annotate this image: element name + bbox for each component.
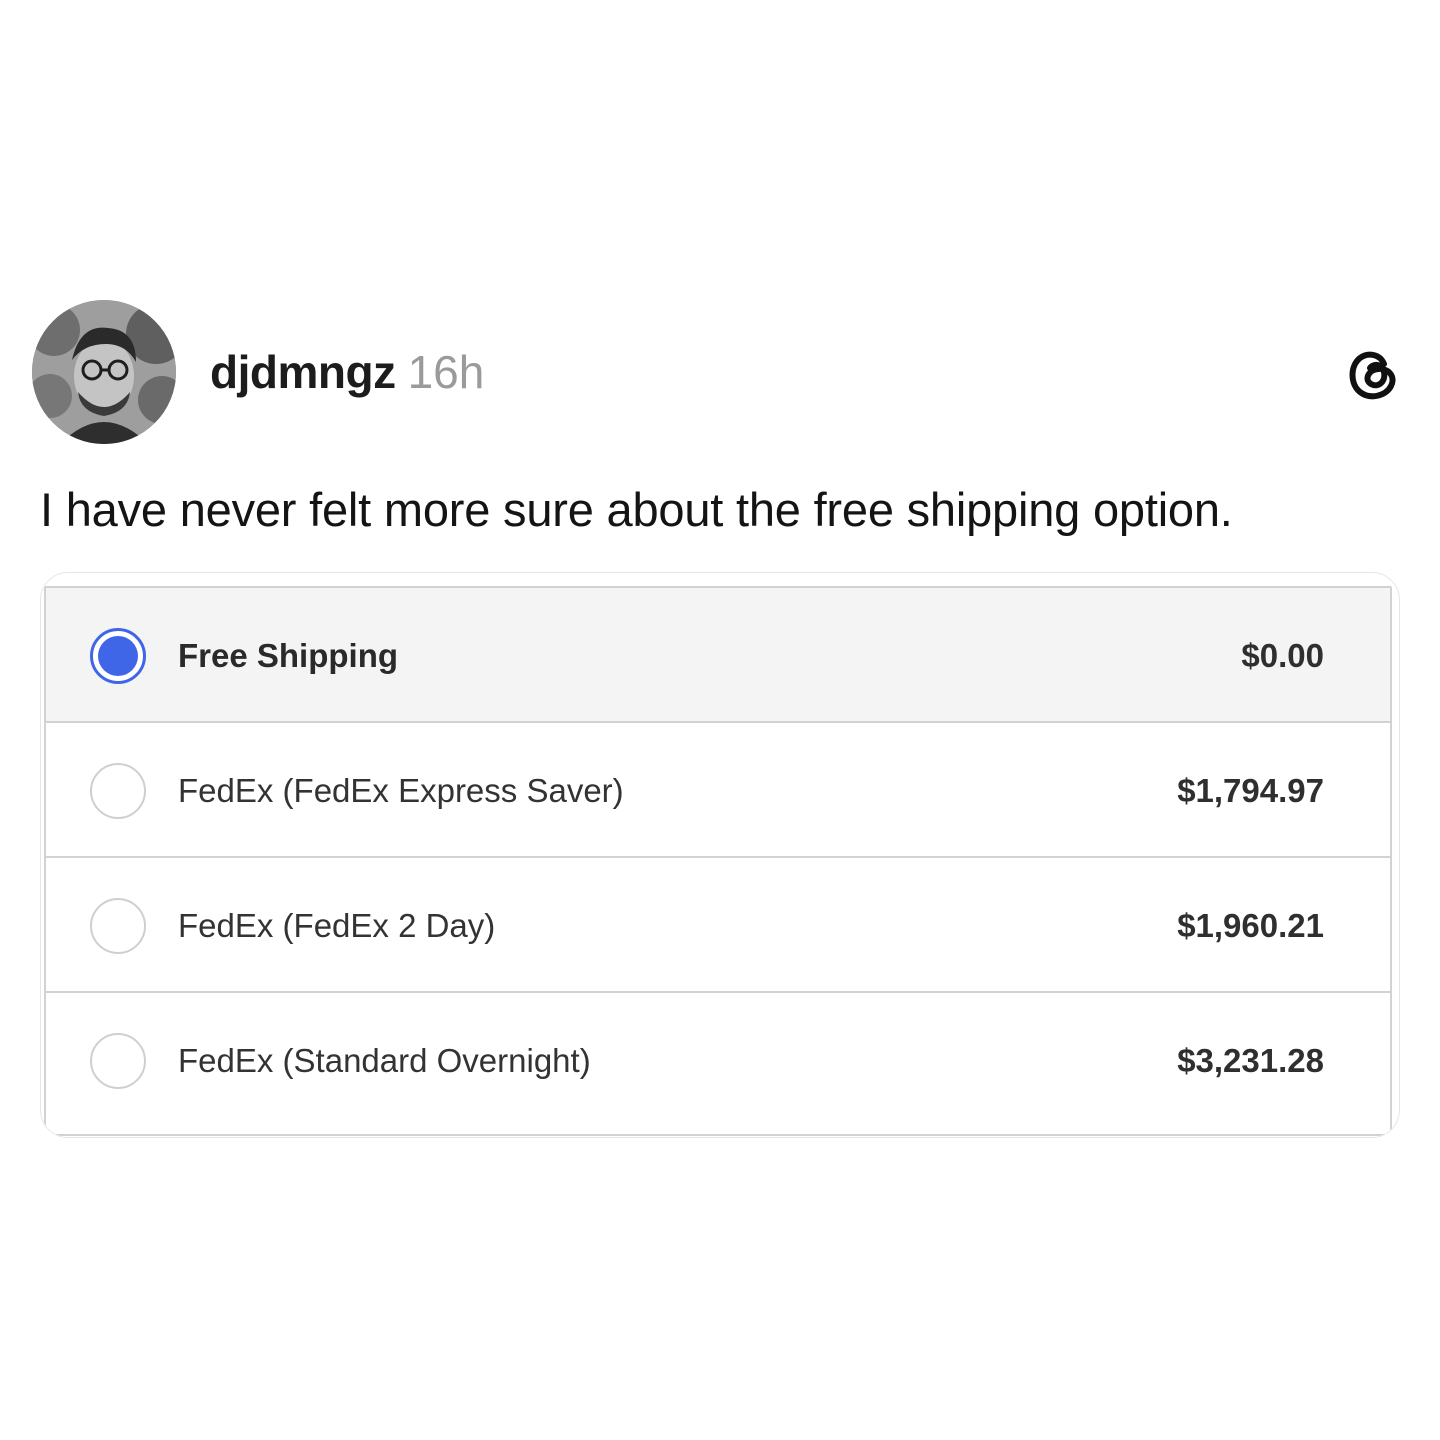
radio-button[interactable]	[90, 1033, 146, 1089]
shipping-option-standard-overnight[interactable]: FedEx (Standard Overnight) $3,231.28	[46, 993, 1390, 1128]
user-avatar[interactable]	[32, 300, 176, 444]
radio-button[interactable]	[90, 763, 146, 819]
shipping-options-list: Free Shipping $0.00 FedEx (FedEx Express…	[44, 586, 1392, 1136]
post-timestamp: 16h	[407, 346, 485, 398]
embedded-image[interactable]: Free Shipping $0.00 FedEx (FedEx Express…	[40, 572, 1400, 1138]
shipping-option-price: $1,794.97	[1177, 772, 1324, 809]
shipping-option-price: $0.00	[1241, 637, 1324, 674]
threads-logo-icon	[1344, 346, 1400, 402]
shipping-option-2-day[interactable]: FedEx (FedEx 2 Day) $1,960.21	[46, 858, 1390, 993]
shipping-option-express-saver[interactable]: FedEx (FedEx Express Saver) $1,794.97	[46, 723, 1390, 858]
shipping-option-price: $3,231.28	[1177, 1042, 1324, 1079]
radio-button[interactable]	[90, 628, 146, 684]
post-text: I have never felt more sure about the fr…	[40, 483, 1233, 536]
user-meta: djdmngz 16h	[210, 344, 484, 400]
username[interactable]: djdmngz	[210, 346, 396, 398]
shipping-option-label: Free Shipping	[178, 637, 399, 674]
shipping-option-free[interactable]: Free Shipping $0.00	[46, 588, 1390, 723]
avatar-image	[32, 300, 176, 444]
radio-button[interactable]	[90, 898, 146, 954]
shipping-option-price: $1,960.21	[1177, 907, 1324, 944]
shipping-option-label: FedEx (FedEx 2 Day)	[178, 907, 496, 944]
shipping-option-label: FedEx (FedEx Express Saver)	[178, 772, 624, 809]
shipping-option-label: FedEx (Standard Overnight)	[178, 1042, 591, 1079]
post-header: djdmngz 16h	[32, 300, 1408, 446]
